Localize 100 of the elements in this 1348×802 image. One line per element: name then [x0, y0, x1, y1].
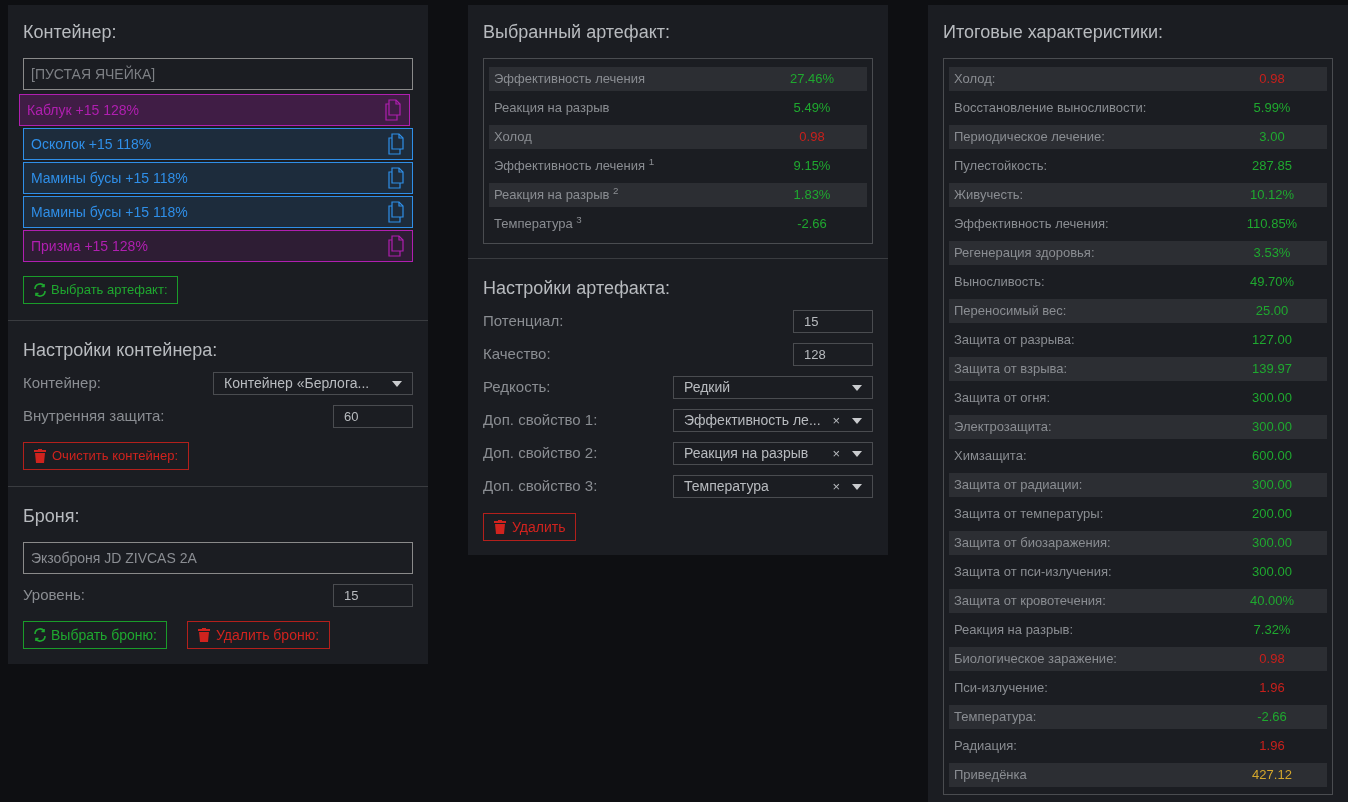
stat-label: Восстановление выносливости:: [954, 98, 1147, 117]
stat-value: -2.66: [796, 214, 828, 233]
stat-value: 10.12%: [1248, 185, 1296, 204]
dropdown-value: Реакция на разрыв: [684, 444, 810, 463]
dropdown-caret-icon: [392, 380, 402, 387]
refresh-icon: [33, 283, 47, 297]
clear-icon[interactable]: ×: [832, 476, 840, 497]
stat-value: 300.00: [1251, 417, 1293, 436]
stat-value: 25.00: [1254, 301, 1290, 320]
artifact-name: Мамины бусы +15 118%: [31, 168, 188, 188]
stat-label: Защита от биозаражения:: [954, 533, 1111, 552]
dropdown[interactable]: Эффективность ле... ×: [673, 409, 873, 432]
artifact-name: Каблук +15 128%: [27, 100, 139, 120]
stat-label: Защита от взрыва:: [954, 359, 1068, 378]
stat-label: Переносимый вес:: [954, 301, 1067, 320]
dropdown-caret-icon: [852, 417, 862, 424]
section-title: Итоговые характеристики:: [943, 21, 1164, 44]
stat-label: Холод:: [954, 69, 996, 88]
section-title: Броня:: [23, 505, 81, 528]
stat-value: 0.98: [1258, 649, 1286, 668]
artifact-name: Осколок +15 118%: [31, 134, 152, 154]
dropdown[interactable]: Температура ×: [673, 475, 873, 498]
dropdown-value: Контейнер «Берлога...: [224, 374, 371, 393]
stat-value: 27.46%: [788, 69, 836, 88]
stat-label: Радиация:: [954, 736, 1017, 755]
dropdown-value: Редкий: [684, 378, 732, 397]
stat-value: 300.00: [1251, 533, 1293, 552]
number-input[interactable]: 15: [333, 584, 413, 607]
stat-label: Электрозащита:: [954, 417, 1052, 436]
artifact-name: Призма +15 128%: [31, 236, 148, 256]
field-label: Доп. свойство 3:: [483, 476, 598, 497]
dropdown-value: Эффективность ле...: [684, 411, 822, 430]
stat-value: 0.98: [798, 127, 826, 146]
field-label: Потенциал:: [483, 311, 564, 332]
field-label: Внутренняя защита:: [23, 406, 165, 427]
dropdown[interactable]: Контейнер «Берлога...: [213, 372, 413, 395]
stat-label: Защита от пси-излучения:: [954, 562, 1112, 581]
stat-label: Защита от температуры:: [954, 504, 1104, 523]
stat-label: Пси-излучение:: [954, 678, 1048, 697]
number-input[interactable]: 60: [333, 405, 413, 428]
stat-value: 139.97: [1251, 359, 1293, 378]
dropdown-caret-icon: [852, 450, 862, 457]
number-input[interactable]: 128: [793, 343, 873, 366]
select-artifact-button[interactable]: Выбрать артефакт:: [23, 276, 178, 304]
trash-icon: [198, 628, 210, 642]
copy-icon[interactable]: [387, 235, 405, 257]
stat-label: Приведёнка: [954, 765, 1027, 784]
stat-value: 110.85%: [1245, 214, 1299, 233]
number-input[interactable]: 15: [793, 310, 873, 333]
dropdown[interactable]: Реакция на разрыв ×: [673, 442, 873, 465]
field-label: Уровень:: [23, 585, 85, 606]
copy-icon[interactable]: [387, 133, 405, 155]
copy-icon[interactable]: [384, 99, 402, 121]
trash-icon: [494, 520, 506, 534]
section-title: Выбранный артефакт:: [483, 21, 671, 44]
stat-label: Живучесть:: [954, 185, 1024, 204]
stat-value: 127.00: [1251, 330, 1293, 349]
stat-value: 600.00: [1251, 446, 1293, 465]
stat-value: 300.00: [1251, 562, 1293, 581]
select-armor-button[interactable]: Выбрать броню:: [23, 621, 167, 649]
stat-value: 287.85: [1251, 156, 1293, 175]
clear-icon[interactable]: ×: [832, 443, 840, 464]
artifact-slot[interactable]: Осколок +15 118%: [23, 128, 413, 160]
stat-label: Эффективность лечения:: [954, 214, 1109, 233]
stat-label: Биологическое заражение:: [954, 649, 1117, 668]
field-label: Контейнер:: [23, 373, 101, 394]
stat-label: Реакция на разрыв: [494, 98, 610, 117]
stat-label: Эффективность лечения: [494, 69, 646, 88]
stat-value: 300.00: [1251, 475, 1293, 494]
artifact-slot[interactable]: Мамины бусы +15 118%: [23, 196, 413, 228]
stat-label: Реакция на разрыв $^{2}$: [494, 184, 619, 204]
trash-icon: [34, 449, 46, 463]
copy-icon[interactable]: [387, 201, 405, 223]
stat-value: -2.66: [1256, 707, 1288, 726]
stat-label: Эффективность лечения $^{1}$: [494, 155, 655, 175]
stat-label: Температура $^{3}$: [494, 213, 582, 233]
dropdown-value: Температура: [684, 477, 770, 496]
stat-value: 200.00: [1251, 504, 1293, 523]
empty-slot[interactable]: [ПУСТАЯ ЯЧЕЙКА]: [23, 58, 413, 90]
stat-value: 1.96: [1258, 736, 1286, 755]
stat-value: 427.12: [1251, 765, 1293, 784]
stat-value: 49.70%: [1248, 272, 1296, 291]
armor-name-field[interactable]: Экзоброня JD ZIVCAS 2A: [23, 542, 413, 574]
dropdown[interactable]: Редкий: [673, 376, 873, 399]
stat-label: Защита от огня:: [954, 388, 1050, 407]
stat-value: 3.00: [1258, 127, 1286, 146]
stat-value: 7.32%: [1252, 620, 1292, 639]
artifact-slot[interactable]: Мамины бусы +15 118%: [23, 162, 413, 194]
refresh-icon: [33, 628, 47, 642]
dropdown-caret-icon: [852, 483, 862, 490]
stat-label: Защита от радиации:: [954, 475, 1083, 494]
copy-icon[interactable]: [387, 167, 405, 189]
section-title: Настройки контейнера:: [23, 339, 219, 362]
field-label: Редкость:: [483, 377, 551, 398]
stat-label: Температура:: [954, 707, 1037, 726]
stat-label: Реакция на разрыв:: [954, 620, 1073, 639]
field-label: Доп. свойство 1:: [483, 410, 598, 431]
stat-value: 40.00%: [1248, 591, 1296, 610]
stat-value: 1.96: [1258, 678, 1286, 697]
clear-icon[interactable]: ×: [832, 410, 840, 431]
